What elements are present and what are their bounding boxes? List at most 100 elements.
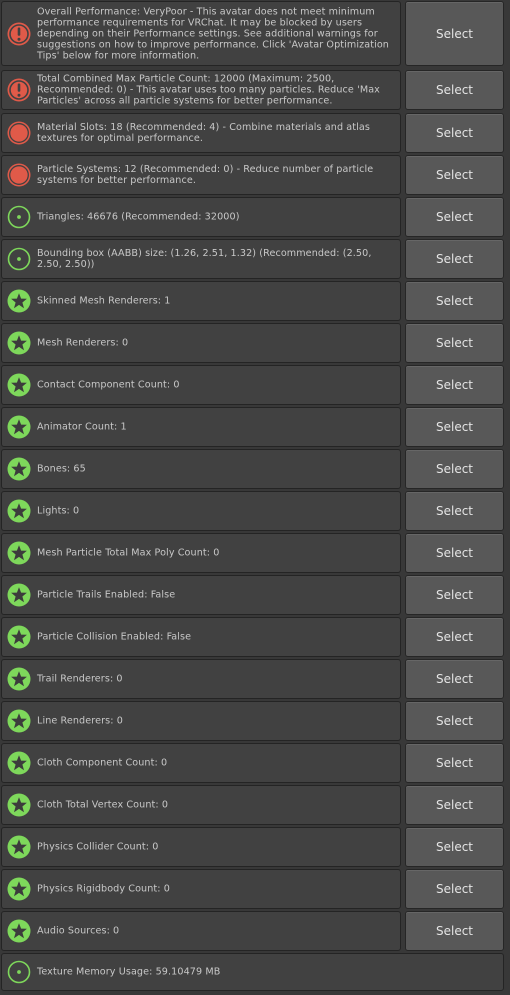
select-button[interactable]: Select	[405, 113, 504, 153]
stat-text: Audio Sources: 0	[37, 925, 120, 937]
select-button[interactable]: Select	[405, 155, 504, 195]
star-icon	[6, 876, 32, 902]
star-icon	[6, 834, 32, 860]
stat-message: Total Combined Max Particle Count: 12000…	[1, 70, 401, 110]
stat-row: Bounding box (AABB) size: (1.26, 2.51, 1…	[1, 239, 509, 279]
error-circle-icon	[6, 120, 32, 146]
stat-message: Material Slots: 18 (Recommended: 4) - Co…	[1, 113, 401, 153]
stat-text: Particle Collision Enabled: False	[37, 631, 192, 643]
stat-text: Particle Systems: 12 (Recommended: 0) - …	[37, 163, 374, 186]
select-button[interactable]: Select	[405, 1, 504, 66]
stat-text: Line Renderers: 0	[37, 715, 123, 727]
select-button[interactable]: Select	[405, 827, 504, 867]
stat-message: Bones: 65	[1, 449, 401, 489]
stat-message: Particle Trails Enabled: False	[1, 575, 401, 615]
stat-text: Lights: 0	[37, 505, 80, 517]
stat-message: Bounding box (AABB) size: (1.26, 2.51, 1…	[1, 239, 401, 279]
stat-message: Lights: 0	[1, 491, 401, 531]
select-button[interactable]: Select	[405, 743, 504, 783]
stat-row: Particle Collision Enabled: False Select	[1, 617, 509, 657]
performance-stats-list: Overall Performance: VeryPoor - This ava…	[0, 0, 510, 995]
star-icon	[6, 288, 32, 314]
stat-text: Overall Performance: VeryPoor - This ava…	[37, 5, 389, 62]
stat-text: Mesh Particle Total Max Poly Count: 0	[37, 547, 220, 559]
select-button[interactable]: Select	[405, 407, 504, 447]
select-button[interactable]: Select	[405, 911, 504, 951]
stat-message: Texture Memory Usage: 59.10479 MB	[1, 953, 504, 991]
select-button[interactable]: Select	[405, 533, 504, 573]
select-button[interactable]: Select	[405, 869, 504, 909]
stat-row: Cloth Component Count: 0 Select	[1, 743, 509, 783]
select-button[interactable]: Select	[405, 70, 504, 110]
stat-text: Skinned Mesh Renderers: 1	[37, 295, 171, 307]
star-icon	[6, 414, 32, 440]
select-button[interactable]: Select	[405, 617, 504, 657]
stat-message: Triangles: 46676 (Recommended: 32000)	[1, 197, 401, 237]
stat-row: Trail Renderers: 0 Select	[1, 659, 509, 699]
star-icon	[6, 918, 32, 944]
select-button[interactable]: Select	[405, 281, 504, 321]
stat-row: Physics Collider Count: 0 Select	[1, 827, 509, 867]
stat-text: Cloth Total Vertex Count: 0	[37, 799, 169, 811]
stat-row: Cloth Total Vertex Count: 0 Select	[1, 785, 509, 825]
stat-text: Mesh Renderers: 0	[37, 337, 129, 349]
stat-text: Total Combined Max Particle Count: 12000…	[37, 73, 380, 107]
star-icon	[6, 498, 32, 524]
select-button[interactable]: Select	[405, 449, 504, 489]
stat-message: Cloth Component Count: 0	[1, 743, 401, 783]
star-icon	[6, 666, 32, 692]
star-icon	[6, 456, 32, 482]
stat-text: Physics Collider Count: 0	[37, 841, 159, 853]
select-button[interactable]: Select	[405, 323, 504, 363]
stat-row: Skinned Mesh Renderers: 1 Select	[1, 281, 509, 321]
select-button[interactable]: Select	[405, 197, 504, 237]
star-icon	[6, 750, 32, 776]
star-icon	[6, 540, 32, 566]
stat-message: Particle Systems: 12 (Recommended: 0) - …	[1, 155, 401, 195]
select-button[interactable]: Select	[405, 785, 504, 825]
error-circle-icon	[6, 162, 32, 188]
stat-row: Line Renderers: 0 Select	[1, 701, 509, 741]
star-icon	[6, 624, 32, 650]
select-button[interactable]: Select	[405, 659, 504, 699]
stat-text: Particle Trails Enabled: False	[37, 589, 176, 601]
stat-row: Material Slots: 18 (Recommended: 4) - Co…	[1, 113, 509, 153]
stat-message: Particle Collision Enabled: False	[1, 617, 401, 657]
stat-text: Bones: 65	[37, 463, 86, 475]
stat-text: Material Slots: 18 (Recommended: 4) - Co…	[37, 121, 370, 144]
info-dot-icon	[6, 246, 32, 272]
stat-message: Line Renderers: 0	[1, 701, 401, 741]
star-icon	[6, 792, 32, 818]
stat-text: Animator Count: 1	[37, 421, 127, 433]
stat-row: Particle Trails Enabled: False Select	[1, 575, 509, 615]
stat-row: Mesh Renderers: 0 Select	[1, 323, 509, 363]
stat-message: Mesh Renderers: 0	[1, 323, 401, 363]
info-dot-icon	[6, 959, 32, 985]
select-button[interactable]: Select	[405, 365, 504, 405]
stat-text: Contact Component Count: 0	[37, 379, 180, 391]
stat-message: Physics Collider Count: 0	[1, 827, 401, 867]
info-dot-icon	[6, 204, 32, 230]
stat-row: Triangles: 46676 (Recommended: 32000) Sel…	[1, 197, 509, 237]
stat-row: Particle Systems: 12 (Recommended: 0) - …	[1, 155, 509, 195]
star-icon	[6, 582, 32, 608]
stat-row: Total Combined Max Particle Count: 12000…	[1, 70, 509, 110]
stat-row: Physics Rigidbody Count: 0 Select	[1, 869, 509, 909]
stat-message: Skinned Mesh Renderers: 1	[1, 281, 401, 321]
stat-message: Overall Performance: VeryPoor - This ava…	[1, 1, 401, 66]
select-button[interactable]: Select	[405, 701, 504, 741]
stat-message: Trail Renderers: 0	[1, 659, 401, 699]
select-button[interactable]: Select	[405, 575, 504, 615]
stat-text: Texture Memory Usage: 59.10479 MB	[37, 966, 221, 978]
stat-row: Overall Performance: VeryPoor - This ava…	[1, 1, 509, 66]
select-button[interactable]: Select	[405, 239, 504, 279]
stat-message: Mesh Particle Total Max Poly Count: 0	[1, 533, 401, 573]
stat-message: Animator Count: 1	[1, 407, 401, 447]
star-icon	[6, 372, 32, 398]
stat-row: Lights: 0 Select	[1, 491, 509, 531]
stat-text: Cloth Component Count: 0	[37, 757, 168, 769]
stat-text: Bounding box (AABB) size: (1.26, 2.51, 1…	[37, 247, 372, 270]
select-button[interactable]: Select	[405, 491, 504, 531]
stat-message: Audio Sources: 0	[1, 911, 401, 951]
stat-text: Triangles: 46676 (Recommended: 32000)	[37, 211, 240, 223]
